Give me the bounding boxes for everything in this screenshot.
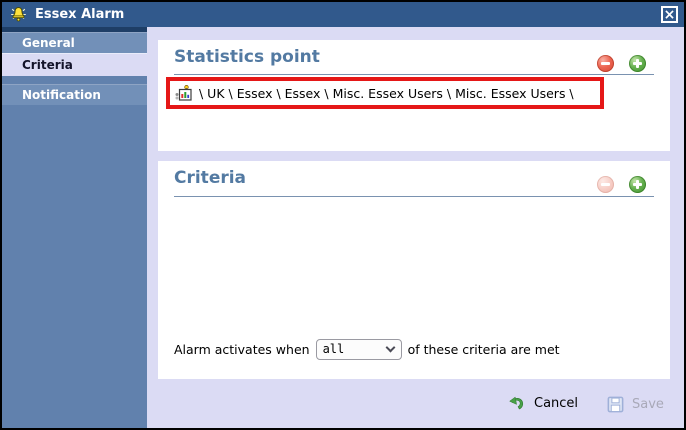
save-label: Save — [632, 397, 664, 412]
statistics-point-title: Statistics point — [174, 47, 320, 67]
close-button[interactable]: × — [661, 6, 678, 23]
annotation-highlight: \ UK \ Essex \ Essex \ Misc. Essex Users… — [166, 77, 604, 109]
criteria-title: Criteria — [174, 168, 247, 188]
statistics-point-icon — [175, 85, 192, 101]
sidebar-item-general[interactable]: General — [2, 32, 147, 53]
activation-text-after: of these criteria are met — [407, 341, 560, 357]
titlebar: Essex Alarm × — [2, 2, 684, 27]
sidebar: General Criteria Notification — [2, 27, 147, 428]
statistics-point-path: \ UK \ Essex \ Essex \ Misc. Essex Users… — [199, 85, 574, 101]
cancel-label: Cancel — [534, 396, 579, 411]
add-statistics-point-button[interactable] — [629, 55, 646, 72]
save-disk-icon — [607, 396, 624, 413]
undo-icon — [509, 396, 524, 410]
content-area: Statistics point \ UK \ Essex \ Essex \ … — [147, 27, 684, 428]
essex-alarm-dialog: Essex Alarm × General Criteria Notificat… — [0, 0, 686, 430]
sidebar-item-notification[interactable]: Notification — [2, 84, 147, 105]
add-criterion-button[interactable] — [629, 176, 646, 193]
section-divider — [174, 196, 654, 197]
save-button[interactable]: Save — [607, 396, 664, 413]
remove-criterion-button[interactable] — [597, 176, 614, 193]
cancel-button[interactable]: Cancel — [509, 396, 578, 411]
remove-statistics-point-button[interactable] — [597, 55, 614, 72]
activation-rule-row: Alarm activates when all of these criter… — [174, 337, 560, 361]
sidebar-item-criteria[interactable]: Criteria — [2, 53, 147, 76]
activation-text-before: Alarm activates when — [174, 341, 310, 357]
window-title: Essex Alarm — [35, 7, 125, 22]
alarm-bell-icon — [11, 7, 26, 22]
statistics-point-section: Statistics point \ UK \ Essex \ Essex \ … — [158, 40, 670, 151]
criteria-section: Criteria Alarm activates when all of the… — [158, 161, 670, 379]
section-divider — [174, 74, 654, 75]
statistics-point-row[interactable]: \ UK \ Essex \ Essex \ Misc. Essex Users… — [170, 81, 600, 105]
criteria-logic-select-wrap: all — [315, 338, 402, 360]
criteria-logic-select[interactable]: all — [315, 338, 402, 360]
close-icon: × — [663, 6, 676, 23]
